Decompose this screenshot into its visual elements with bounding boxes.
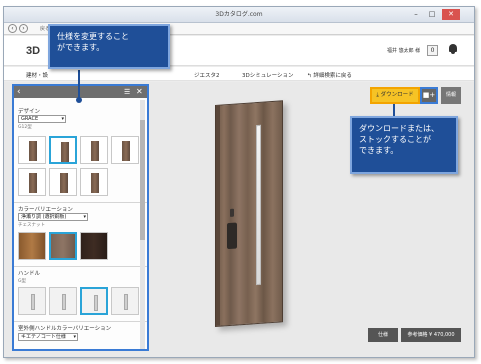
window-title: 3Dカタログ.com xyxy=(215,11,263,18)
callout-right: ダウンロードまたは、 ストックすることが できます。 xyxy=(350,116,458,174)
back-chevron-icon[interactable]: ‹ xyxy=(17,86,21,98)
price-label: 参考価格 ¥ 470,000 xyxy=(401,328,461,342)
design-thumb-selected[interactable] xyxy=(49,136,77,164)
info-button[interactable]: 情報 xyxy=(441,87,461,104)
handle-thumb[interactable] xyxy=(49,287,77,315)
callout-left: 仕様を変更すること ができます。 xyxy=(48,24,170,69)
door-3d-model[interactable] xyxy=(215,100,283,327)
door-lock xyxy=(230,208,234,217)
breadcrumb-item[interactable]: ジエスタ2 xyxy=(194,71,220,79)
divider xyxy=(14,266,147,267)
back-to-search-link[interactable]: ↰ 詳細検索に戻る xyxy=(307,71,352,79)
design-thumb[interactable] xyxy=(80,136,108,164)
download-button[interactable]: ⤓ ダウンロード xyxy=(370,87,420,104)
callout-left-text: 仕様を変更すること ができます。 xyxy=(57,32,129,52)
design-thumb[interactable] xyxy=(80,168,108,196)
handle-sub: G型 xyxy=(18,279,26,284)
breadcrumb-item[interactable]: 3Dシミュレーション xyxy=(242,71,294,79)
color-swatch[interactable] xyxy=(18,232,46,260)
cart-badge[interactable]: 0 xyxy=(427,45,438,56)
breadcrumb-item[interactable]: 建材・設 xyxy=(26,71,48,79)
design-thumb[interactable] xyxy=(18,168,46,196)
bell-icon[interactable] xyxy=(448,44,458,55)
divider xyxy=(14,202,147,203)
close-icon[interactable]: ✕ xyxy=(442,9,460,20)
user-name[interactable]: 福井 悠太郎 様 xyxy=(387,47,420,54)
forward-icon[interactable]: › xyxy=(19,24,28,33)
design-thumb[interactable] xyxy=(111,136,139,164)
callout-dot xyxy=(76,97,82,103)
spec-button[interactable]: 仕様 xyxy=(368,328,398,342)
door-edge xyxy=(216,105,220,326)
design-title: デザイン xyxy=(18,109,41,115)
callout-leader xyxy=(78,70,80,98)
minimize-icon[interactable]: – xyxy=(409,9,423,20)
handle-thumb[interactable] xyxy=(111,287,139,315)
design-sub: G12型 xyxy=(18,125,32,130)
door-handle xyxy=(227,222,237,250)
title-bar: 3Dカタログ.com – □ ✕ xyxy=(4,7,474,23)
handle-title: ハンドル xyxy=(18,271,41,277)
spec-panel: ‹ ☰ ✕ デザイン GRACE G12型 カラーバリエーション 浄瀬り調 (選… xyxy=(12,84,149,351)
close-icon[interactable]: ✕ xyxy=(136,86,143,98)
outer-handle-color-title: 室外側ハンドルカラーバリエーション xyxy=(18,326,112,332)
color-select[interactable]: 浄瀬り調 (選択銅板) xyxy=(18,213,88,221)
scrollbar-thumb[interactable] xyxy=(140,120,145,240)
color-sub: チェスナット xyxy=(18,223,45,228)
camera-plus-icon: ■+ xyxy=(422,91,436,99)
color-title: カラーバリエーション xyxy=(18,207,73,213)
panel-header: ‹ ☰ ✕ xyxy=(14,86,147,98)
stock-button[interactable]: ■+ xyxy=(420,87,438,104)
panel-scrollbar[interactable] xyxy=(140,100,145,349)
handle-thumb-selected[interactable] xyxy=(80,287,108,315)
list-icon[interactable]: ☰ xyxy=(124,86,130,98)
design-thumb[interactable] xyxy=(49,168,77,196)
maximize-icon[interactable]: □ xyxy=(425,9,439,20)
callout-right-text: ダウンロードまたは、 ストックすることが できます。 xyxy=(359,124,439,155)
design-select[interactable]: GRACE xyxy=(18,115,66,123)
handle-thumb[interactable] xyxy=(18,287,46,315)
color-swatch-selected[interactable] xyxy=(49,232,77,260)
outer-handle-color-select[interactable]: キエテノコート仕様 xyxy=(18,333,78,341)
divider xyxy=(14,321,147,322)
logo[interactable]: 3D xyxy=(26,45,40,57)
door-glass-slit xyxy=(256,124,261,286)
back-icon[interactable]: ‹ xyxy=(8,24,17,33)
breadcrumb: 建材・設 ジエスタ2 3Dシミュレーション ↰ 詳細検索に戻る xyxy=(4,67,474,81)
design-thumb[interactable] xyxy=(18,136,46,164)
color-swatch[interactable] xyxy=(80,232,108,260)
